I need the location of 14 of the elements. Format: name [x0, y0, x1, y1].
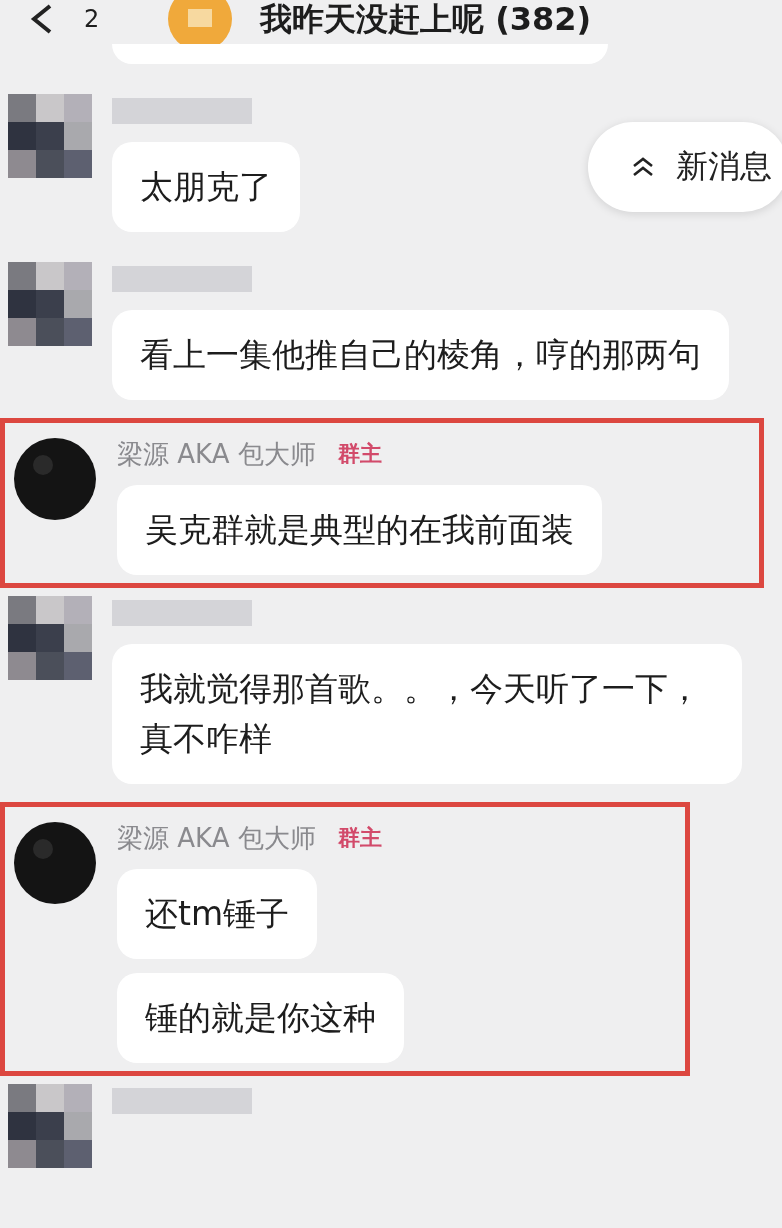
message-bubble: 锤的就是你这种	[117, 973, 404, 1063]
unread-count: 2	[84, 5, 100, 33]
sender-name: 梁源 AKA 包大师	[117, 821, 316, 855]
role-label: 群主	[337, 824, 382, 852]
message-bubble: 还tm锤子	[117, 869, 318, 959]
sender-name: 梁源 AKA 包大师	[117, 437, 316, 471]
chat-title: 我昨天没赶上呢 (382)	[260, 0, 592, 39]
new-messages-button[interactable]: 新消息	[588, 122, 782, 212]
message-bubble: 吴克群就是典型的在我前面装	[117, 485, 602, 575]
double-chevron-up-icon	[632, 157, 654, 177]
message-bubble: 我就觉得那首歌。。，今天听了一下，真不咋样	[112, 644, 742, 784]
message-bubble: 看上一集他推自己的棱角，哼的那两句	[112, 310, 729, 400]
role-label: 群主	[337, 440, 382, 468]
message-bubble: 太朋克了	[112, 142, 300, 232]
